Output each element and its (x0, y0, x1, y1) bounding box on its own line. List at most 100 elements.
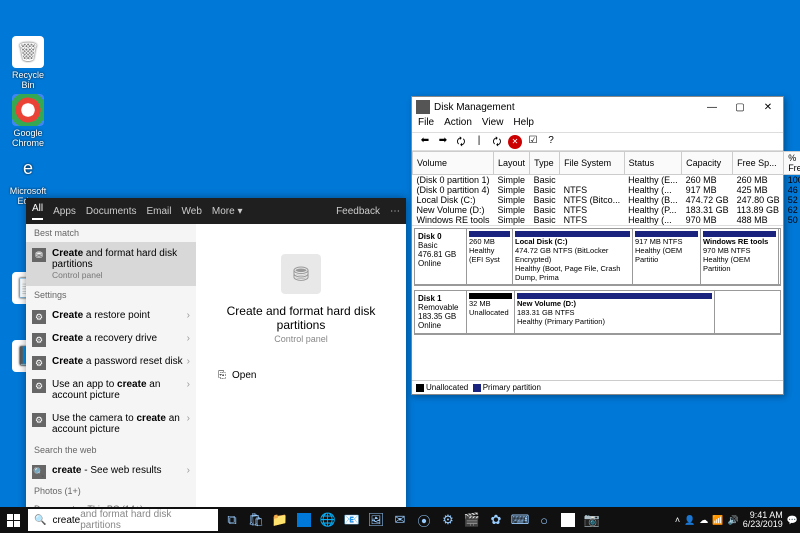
taskbar-app[interactable]: ⦿ (412, 508, 436, 532)
taskbar: 🔍 create and format hard disk partitions… (0, 507, 800, 533)
result-setting[interactable]: ⚙Create a restore point› (26, 304, 196, 327)
result-best-match[interactable]: ⛃ Create and format hard disk partitions… (26, 242, 196, 286)
refresh-icon[interactable]: 🗘 (490, 135, 504, 149)
menu-view[interactable]: View (482, 117, 504, 132)
search-input[interactable]: 🔍 create and format hard disk partitions (28, 509, 218, 531)
disk-icon: ⛃ (32, 248, 46, 262)
result-setting[interactable]: ⚙Use the camera to create an account pic… (26, 407, 196, 441)
taskbar-app[interactable]: ✿ (484, 508, 508, 532)
volume-box[interactable]: 32 MBUnallocated (467, 291, 515, 333)
maximize-button[interactable]: ▢ (729, 102, 751, 113)
menubar: File Action View Help (412, 117, 783, 133)
column-header[interactable]: File System (560, 152, 625, 175)
column-header[interactable]: % Free (784, 152, 800, 175)
tray-chevron-icon[interactable]: ˄ (675, 515, 680, 525)
taskbar-app[interactable] (556, 508, 580, 532)
tab-email[interactable]: Email (147, 206, 172, 217)
desktop-icon-chrome[interactable]: Google Chrome (8, 94, 48, 148)
result-setting[interactable]: ⚙Create a password reset disk› (26, 350, 196, 373)
chevron-right-icon: › (187, 379, 190, 390)
volume-row[interactable]: (Disk 0 partition 1)SimpleBasicHealthy (… (413, 175, 800, 186)
preview-sub: Control panel (206, 334, 396, 344)
volume-box[interactable]: New Volume (D:)183.31 GB NTFSHealthy (Pr… (515, 291, 715, 333)
result-setting[interactable]: ⚙Use an app to create an account picture… (26, 373, 196, 407)
volume-row[interactable]: New Volume (D:)SimpleBasicNTFSHealthy (P… (413, 205, 800, 215)
forward-icon[interactable]: ➡ (436, 135, 450, 149)
disk-label[interactable]: Disk 0Basic476.81 GBOnline (415, 229, 467, 284)
disk-graphical-view: Disk 0Basic476.81 GBOnline260 MBHealthy … (412, 226, 783, 380)
close-button[interactable]: ✕ (757, 102, 779, 113)
volume-row[interactable]: Local Disk (C:)SimpleBasicNTFS (Bitco...… (413, 195, 800, 205)
tab-documents[interactable]: Documents (86, 206, 137, 217)
taskbar-cortana[interactable]: ○ (532, 508, 556, 532)
volume-box[interactable]: Local Disk (C:)474.72 GB NTFS (BitLocker… (513, 229, 633, 284)
taskbar-app[interactable]: ✉ (388, 508, 412, 532)
search-tabs: All Apps Documents Email Web More ▾ Feed… (26, 198, 406, 224)
column-header[interactable]: Capacity (682, 152, 733, 175)
start-button[interactable] (0, 507, 26, 533)
delete-icon[interactable]: ✕ (508, 135, 522, 149)
tray-people-icon[interactable]: 👤 (684, 515, 695, 526)
preview-title: Create and format hard disk partitions (206, 304, 396, 332)
tab-all[interactable]: All (32, 203, 43, 220)
disk-label[interactable]: Disk 1Removable183.35 GBOnline (415, 291, 467, 333)
volume-list: VolumeLayoutTypeFile SystemStatusCapacit… (412, 151, 783, 226)
desktop-icon-recycle-bin[interactable]: 🗑Recycle Bin (8, 36, 48, 90)
column-header[interactable]: Status (624, 152, 682, 175)
taskbar-app[interactable]: ⌨ (508, 508, 532, 532)
back-icon[interactable]: ⬅ (418, 135, 432, 149)
help-icon[interactable]: ? (544, 135, 558, 149)
menu-file[interactable]: File (418, 117, 434, 132)
taskbar-app[interactable]: 🎬 (460, 508, 484, 532)
clock[interactable]: 9:41 AM6/23/2019 (743, 511, 783, 529)
taskbar-app[interactable]: 📷 (580, 508, 604, 532)
feedback-link[interactable]: Feedback (336, 206, 380, 217)
command-open[interactable]: ⎘Open (206, 364, 396, 387)
result-setting[interactable]: ⚙Create a recovery drive› (26, 327, 196, 350)
search-icon: 🔍 (34, 515, 46, 526)
refresh-icon[interactable]: 🗘 (454, 135, 468, 149)
volume-row[interactable]: Windows RE toolsSimpleBasicNTFSHealthy (… (413, 215, 800, 225)
tab-apps[interactable]: Apps (53, 206, 76, 217)
result-web[interactable]: 🔍create - See web results› (26, 459, 196, 482)
volume-box[interactable]: 260 MBHealthy (EFI Syst (467, 229, 513, 284)
more-icon[interactable]: ⋯ (390, 206, 400, 217)
column-header[interactable]: Type (530, 152, 560, 175)
menu-action[interactable]: Action (444, 117, 472, 132)
taskbar-app[interactable]: 📁 (268, 508, 292, 532)
chrome-icon (12, 94, 44, 126)
minimize-button[interactable]: — (701, 102, 723, 113)
legend-swatch-unallocated (416, 384, 424, 392)
category-photos[interactable]: Photos (1+) (26, 482, 196, 500)
taskbar-app[interactable]: ⚙ (436, 508, 460, 532)
category-settings: Settings (26, 286, 196, 304)
tray-cloud-icon[interactable]: ☁ (699, 515, 708, 526)
separator: | (472, 135, 486, 149)
column-header[interactable]: Free Sp... (733, 152, 784, 175)
autocomplete-text: and format hard disk partitions (80, 509, 212, 531)
column-header[interactable]: Volume (413, 152, 494, 175)
volume-row[interactable]: (Disk 0 partition 4)SimpleBasicNTFSHealt… (413, 185, 800, 195)
taskbar-app[interactable]: 🌐 (316, 508, 340, 532)
tray-wifi-icon[interactable]: 📶 (712, 515, 723, 526)
properties-icon[interactable]: ☑ (526, 135, 540, 149)
gear-icon: ⚙ (32, 413, 46, 427)
menu-help[interactable]: Help (513, 117, 534, 132)
start-search-panel: All Apps Documents Email Web More ▾ Feed… (26, 198, 406, 513)
taskbar-app[interactable] (292, 508, 316, 532)
taskbar-app[interactable]: 🛍 (244, 508, 268, 532)
column-header[interactable]: Layout (494, 152, 530, 175)
volume-box[interactable]: 917 MB NTFSHealthy (OEM Partitio (633, 229, 701, 284)
tray-volume-icon[interactable]: 🔊 (728, 515, 739, 526)
taskbar-app[interactable]: 📧 (340, 508, 364, 532)
titlebar[interactable]: Disk Management — ▢ ✕ (412, 97, 783, 117)
volume-box[interactable]: Windows RE tools970 MB NTFSHealthy (OEM … (701, 229, 779, 284)
taskbar-app[interactable]: 🖼 (364, 508, 388, 532)
tab-more[interactable]: More ▾ (212, 206, 243, 217)
tab-web[interactable]: Web (182, 206, 202, 217)
chevron-right-icon: › (187, 356, 190, 367)
disk: Disk 1Removable183.35 GBOnline32 MBUnall… (414, 290, 781, 335)
task-view-button[interactable]: ⧉ (220, 508, 244, 532)
gear-icon: ⚙ (32, 356, 46, 370)
notifications-icon[interactable]: 💬 (787, 515, 798, 526)
